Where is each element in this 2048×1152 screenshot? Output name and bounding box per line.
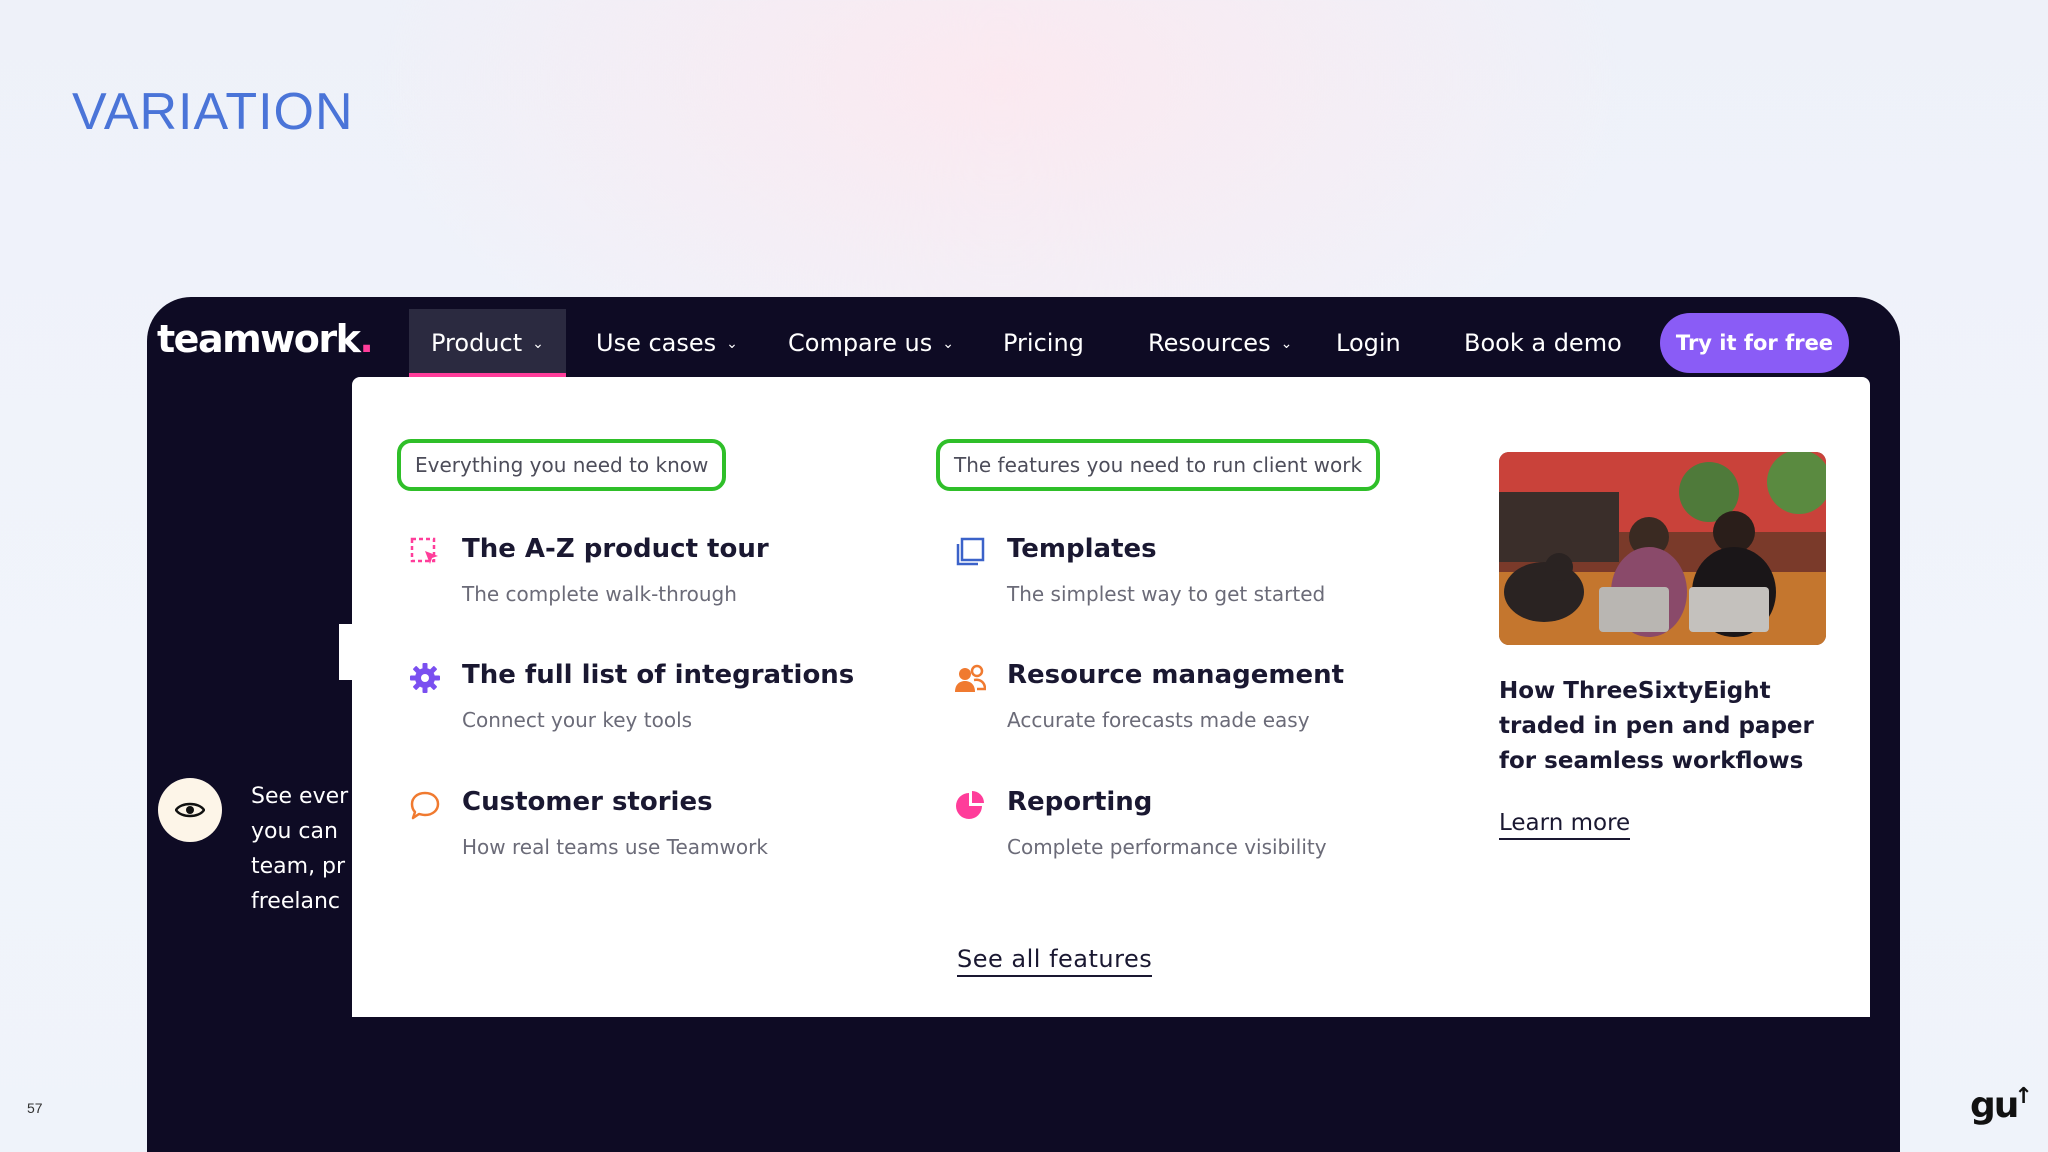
templates-icon [954,536,986,568]
gear-icon [409,662,441,694]
left-column-heading: Everything you need to know [397,439,727,491]
middle-column-heading: The features you need to run client work [936,439,1381,491]
nav-label: Pricing [1003,329,1084,357]
pie-chart-icon [954,789,986,821]
menu-item-subtitle: How real teams use Teamwork [462,835,768,859]
cursor-select-icon [409,536,441,568]
nav-item-pricing[interactable]: Pricing [1003,309,1084,377]
nav-label: Product [431,329,523,357]
chevron-down-icon: ⌄ [532,336,544,352]
menu-item-subtitle: The complete walk-through [462,582,737,606]
product-dropdown-menu: Everything you need to know The features… [352,377,1870,1017]
hero-line: you can [251,819,338,844]
nav-label: Resources [1148,329,1271,357]
hero-line: freelanc [251,889,341,914]
nav-item-product[interactable]: Product ⌄ [409,309,566,377]
learn-more-link[interactable]: Learn more [1499,810,1631,840]
chevron-down-icon: ⌄ [942,336,954,352]
menu-item-subtitle: The simplest way to get started [1007,582,1326,606]
menu-item-subtitle: Accurate forecasts made easy [1007,708,1310,732]
website-screenshot: teamwork. Product ⌄ Use cases ⌄ Compare us… [147,297,1900,1152]
brand-logo: gu↑ [1970,1084,2034,1126]
nav-item-resources[interactable]: Resources ⌄ [1148,309,1292,377]
menu-item-title: The A-Z product tour [462,534,769,564]
page-number: 57 [27,1100,43,1116]
nav-item-use-cases[interactable]: Use cases ⌄ [596,309,738,377]
promo-photo[interactable] [1499,452,1826,645]
menu-item-title: Reporting [1007,787,1153,817]
nav-item-login[interactable]: Login [1336,309,1401,377]
menu-item-title: Resource management [1007,660,1345,690]
menu-item-title: Templates [1007,534,1157,564]
people-icon [954,662,987,694]
promo-title[interactable]: How ThreeSixtyEight traded in pen and pa… [1499,674,1839,779]
logo-text: teamwork [157,317,361,361]
hero-button-edge [339,624,353,680]
menu-item-subtitle: Connect your key tools [462,708,693,732]
see-all-features-link[interactable]: See all features [957,945,1153,977]
menu-item-title: Customer stories [462,787,713,817]
nav-label: Compare us [788,329,933,357]
arrow-up-icon: ↑ [2014,1084,2032,1109]
slide-title: VARIATION [72,83,354,141]
teamwork-logo[interactable]: teamwork. [157,317,374,361]
top-nav: teamwork. Product ⌄ Use cases ⌄ Compare us… [147,297,1900,377]
eye-icon [158,778,222,842]
nav-item-compare-us[interactable]: Compare us ⌄ [788,309,954,377]
nav-label: Use cases [596,329,717,357]
nav-label: Login [1336,329,1401,357]
nav-label: Book a demo [1464,329,1622,357]
menu-item-title: The full list of integrations [462,660,855,690]
nav-item-book-demo[interactable]: Book a demo [1464,309,1622,377]
hero-text: See ever you can team, pr freelanc [251,779,361,919]
brand-mark-text: gu [1970,1085,2019,1126]
hero-line: See ever [251,784,349,809]
chevron-down-icon: ⌄ [1280,336,1293,352]
try-free-button[interactable]: Try it for free [1660,313,1849,373]
logo-dot: . [359,317,373,361]
hero-line: team, pr [251,854,346,879]
menu-item-subtitle: Complete performance visibility [1007,835,1327,859]
speech-bubble-icon [409,789,441,821]
chevron-down-icon: ⌄ [726,336,738,352]
